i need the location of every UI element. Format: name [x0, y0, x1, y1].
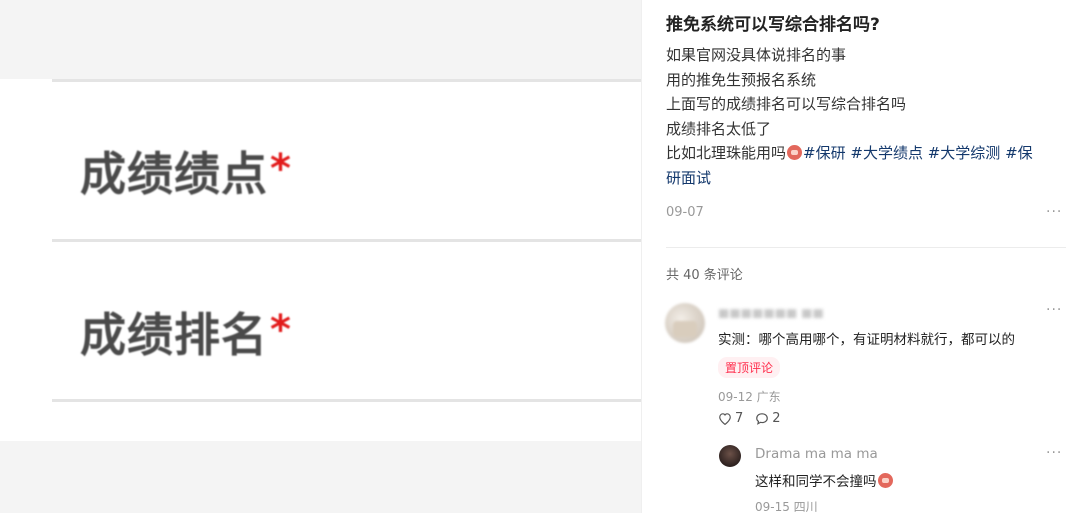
comment-text: 这样和同学不会撞吗	[755, 470, 894, 490]
like-count: 7	[735, 411, 744, 426]
comment-meta: 09-12 广东	[718, 390, 781, 404]
avatar[interactable]	[665, 303, 705, 343]
form-label-rank: 成绩排名*	[80, 299, 292, 365]
required-mark: *	[270, 146, 292, 192]
heart-icon	[719, 413, 731, 425]
comment-text-content: 这样和同学不会撞吗	[755, 474, 877, 490]
form-label-gpa: 成绩绩点*	[80, 138, 292, 204]
form-screenshot: 成绩绩点* 成绩排名*	[0, 79, 641, 441]
comment-bubble-icon	[756, 413, 769, 425]
post-image[interactable]: 成绩绩点* 成绩排名*	[0, 0, 641, 513]
comment-username[interactable]: Drama ma ma ma	[755, 446, 878, 462]
comment-meta: 09-15 四川	[755, 500, 818, 513]
comment-text: 实测：哪个高用哪个，有证明材料就行，都可以的	[718, 332, 1015, 348]
form-label-text: 成绩绩点	[80, 147, 268, 201]
required-mark: *	[270, 307, 292, 353]
form-divider	[52, 239, 641, 242]
avatar[interactable]	[719, 445, 741, 467]
comment-actions: 7 2	[718, 411, 781, 426]
like-button[interactable]: 7	[718, 411, 743, 426]
reply-count: 2	[772, 411, 781, 426]
form-label-text: 成绩排名	[80, 308, 268, 362]
pinned-comment-badge: 置顶评论	[718, 357, 781, 378]
reply-button[interactable]: 2	[755, 411, 781, 426]
form-divider	[52, 399, 641, 402]
comment-username[interactable]: ■■■■■■■ ■■	[718, 306, 828, 318]
form-divider	[52, 79, 641, 82]
blush-emoji-icon	[877, 473, 893, 488]
